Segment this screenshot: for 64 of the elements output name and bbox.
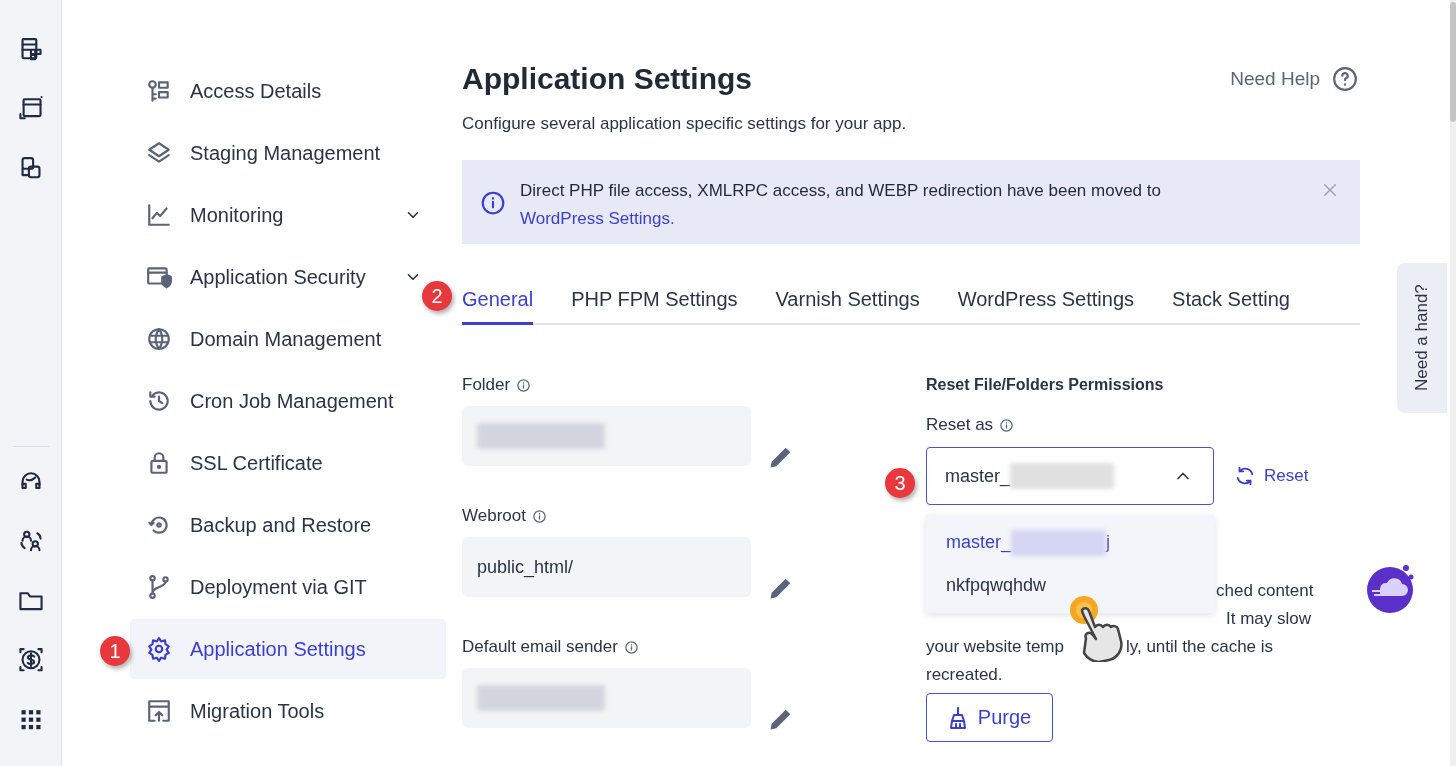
page-title: Application Settings xyxy=(462,62,752,96)
sidebar-item[interactable]: Access Details xyxy=(130,61,446,121)
field-label: Default email sender xyxy=(462,637,618,657)
help-icon xyxy=(1332,66,1358,92)
need-a-hand-tab[interactable]: Need a hand? xyxy=(1397,263,1447,413)
tab[interactable]: WordPress Settings xyxy=(957,278,1135,325)
sidebar-item[interactable]: Domain Management xyxy=(130,309,446,369)
history-icon xyxy=(146,388,172,414)
info-icon xyxy=(531,508,547,524)
tab[interactable]: PHP FPM Settings xyxy=(571,278,738,325)
step-marker: 1 xyxy=(100,636,130,666)
sidebar-item[interactable]: Backup and Restore xyxy=(130,495,446,555)
gear-icon xyxy=(146,636,172,662)
dollar-icon[interactable] xyxy=(17,647,44,673)
field-label: Folder xyxy=(462,375,511,395)
tab[interactable]: Varnish Settings xyxy=(775,278,920,325)
purge-button[interactable]: Purge xyxy=(926,693,1053,742)
sidebar-item[interactable]: Deployment via GIT xyxy=(130,557,446,617)
sidebar-item[interactable]: Staging Management xyxy=(130,123,446,183)
input-field[interactable] xyxy=(462,668,751,728)
section-heading: Reset File/Folders Permissions xyxy=(926,375,1165,395)
sidebar-item[interactable]: Application Settings xyxy=(130,619,446,679)
field-label: Webroot xyxy=(462,506,526,526)
sidebar-item[interactable]: SSL Certificate xyxy=(130,433,446,493)
wordpress-settings-link[interactable]: WordPress Settings. xyxy=(520,209,675,228)
tab[interactable]: General xyxy=(462,278,534,325)
dropdown-option[interactable]: nkfpqwqhdw xyxy=(926,564,1214,607)
input-field[interactable]: public_html/ xyxy=(462,537,751,597)
tab[interactable]: Stack Setting xyxy=(1172,278,1290,325)
line-chart-icon xyxy=(146,202,172,228)
shield-window-icon xyxy=(146,264,172,290)
refresh-icon xyxy=(1234,465,1256,487)
reset-link[interactable]: Reset xyxy=(1234,465,1309,487)
notice-text: Direct PHP file access, XMLRPC access, and WEBP redirection have been moved to WordPress Settings. xyxy=(520,180,1162,230)
page-subtitle: Configure several application specific settings for your app. xyxy=(462,114,908,134)
branch-icon xyxy=(146,574,172,600)
select-value: master_ xyxy=(945,465,1011,487)
help-link[interactable]: Need Help xyxy=(1230,66,1358,92)
field-label: Reset as xyxy=(926,415,994,435)
description-text: ched content xyxy=(1216,580,1314,602)
description-text: recreated. xyxy=(926,664,1003,686)
input-field[interactable] xyxy=(462,406,751,466)
step-marker: 3 xyxy=(885,468,915,498)
broom-icon xyxy=(947,706,968,729)
dropdown-option[interactable]: master_ j xyxy=(926,521,1214,564)
window-icon[interactable] xyxy=(17,95,44,121)
info-icon xyxy=(516,377,532,393)
field-value: public_html/ xyxy=(477,556,574,578)
globe-www-icon xyxy=(146,326,172,352)
sidebar-item[interactable]: Monitoring xyxy=(130,185,446,245)
step-marker: 2 xyxy=(422,281,452,311)
info-icon xyxy=(999,417,1015,433)
description-text: ly, until the cache is xyxy=(1125,636,1274,658)
scrollbar-thumb[interactable] xyxy=(1450,2,1456,122)
upload-window-icon xyxy=(146,698,172,724)
info-icon xyxy=(480,190,506,216)
sidebar-item[interactable]: Cron Job Management xyxy=(130,371,446,431)
description-text: It may slow xyxy=(1226,608,1312,630)
info-icon xyxy=(623,639,639,655)
sidebar-item[interactable]: Migration Tools xyxy=(130,681,446,741)
layers-icon xyxy=(146,140,172,166)
description-text: your website temp xyxy=(926,636,1064,658)
user-select[interactable]: master_ xyxy=(926,447,1214,505)
key-list-icon xyxy=(146,78,172,104)
